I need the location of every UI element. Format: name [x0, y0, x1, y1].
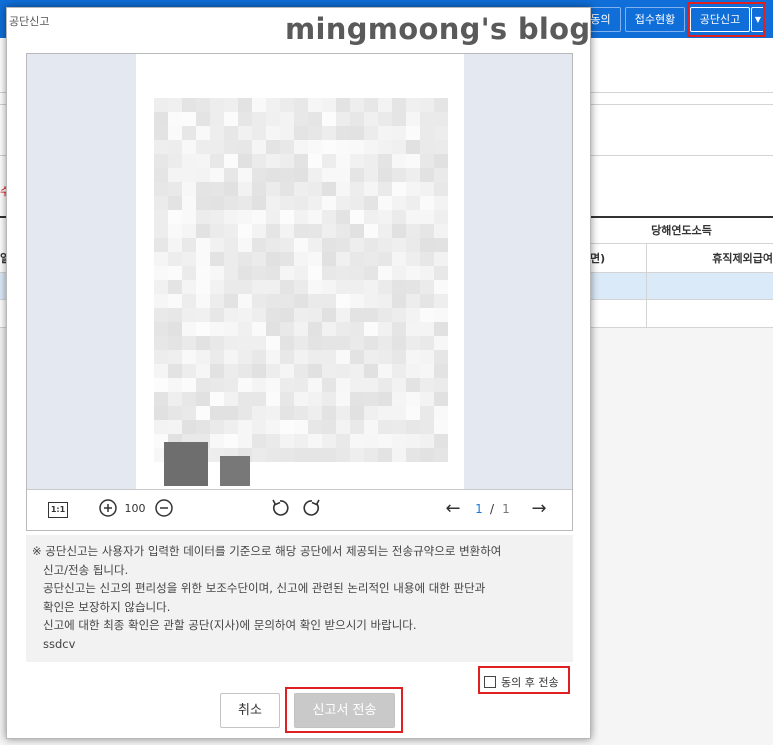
notice-line: 신고에 대한 최종 확인은 관할 공단(지사)에 문의하여 확인 받으시기 바랍… [43, 618, 417, 632]
actual-size-button[interactable]: 1:1 [48, 502, 68, 518]
blurred-document-content [154, 98, 448, 486]
agree-send-checkbox[interactable]: 동의 후 전송 [482, 671, 572, 693]
report-dropdown-button[interactable]: ▼ [751, 7, 765, 32]
current-page: 1 [475, 502, 483, 516]
checkbox[interactable] [484, 676, 496, 688]
dialog-title: 공단신고 [9, 15, 50, 28]
viewer-canvas [27, 54, 572, 489]
zoom-out-icon[interactable] [154, 498, 174, 520]
column-divider [646, 243, 647, 328]
column-header: 면) [590, 252, 606, 265]
submission-status-button[interactable]: 접수현황 [625, 7, 685, 32]
page-separator: / [489, 502, 495, 516]
agency-report-button[interactable]: 공단신고 [690, 7, 750, 32]
blog-watermark: mingmoong's blog [285, 12, 591, 46]
zoom-in-icon[interactable] [98, 498, 118, 520]
notice-line: ssdcv [43, 636, 76, 651]
viewer-toolbar: 1:1 100 ← 1 / 1 → [27, 489, 572, 530]
document-page-preview [136, 54, 464, 489]
rotate-left-icon[interactable] [270, 498, 290, 520]
cancel-button[interactable]: 취소 [220, 693, 280, 728]
arrow-right-icon[interactable]: → [528, 498, 550, 520]
notice-line: 확인은 보장하지 않습니다. [43, 599, 171, 614]
document-viewer: 1:1 100 ← 1 / 1 → [26, 53, 573, 531]
caret-down-icon: ▼ [754, 15, 762, 24]
notice-line: ※ 공단신고는 사용자가 입력한 데이터를 기준으로 해당 공단에서 제공되는 … [32, 544, 502, 558]
column-header: 휴직제외급여 [712, 252, 773, 265]
notice-line: 공단신고는 신고의 편리성을 위한 보조수단이며, 신고에 관련된 논리적인 내… [43, 581, 486, 595]
divider [590, 243, 773, 244]
send-report-button[interactable]: 신고서 전송 [294, 693, 395, 728]
report-dialog: 공단신고 mingmoong's blog 1:1 100 ← 1 / 1 → … [6, 7, 591, 739]
zoom-level: 100 [124, 502, 146, 515]
arrow-left-icon[interactable]: ← [442, 498, 464, 520]
agree-send-label[interactable]: 동의 후 전송 [501, 674, 559, 690]
rotate-right-icon[interactable] [302, 498, 322, 520]
notice-line: 신고/전송 됩니다. [43, 562, 129, 577]
notice-box: ※ 공단신고는 사용자가 입력한 데이터를 기준으로 해당 공단에서 제공되는 … [26, 535, 573, 662]
total-pages: 1 [502, 502, 510, 516]
column-group-header: 당해연도소득 [651, 224, 712, 237]
